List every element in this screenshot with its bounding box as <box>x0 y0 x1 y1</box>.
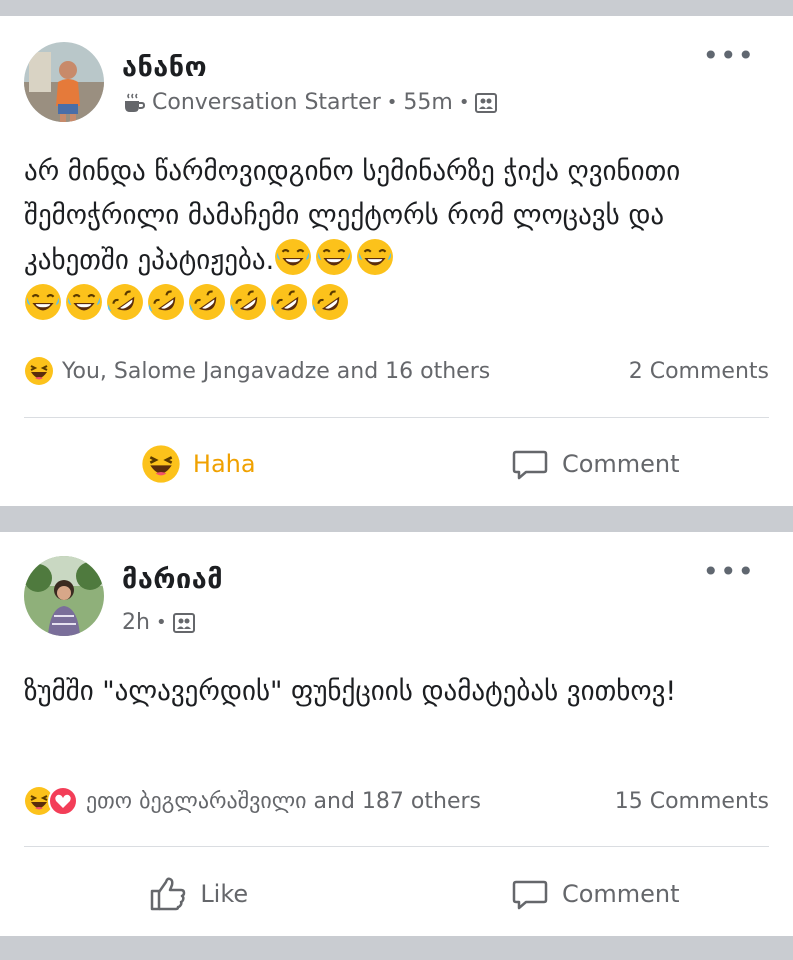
comment-label: Comment <box>561 880 680 908</box>
rofl-emoji <box>312 284 348 320</box>
post-card: მარიამ 2h • ••• ზუმში "ალავერდის" ფუნქცი… <box>0 532 793 936</box>
laugh-tears-emoji <box>357 239 394 275</box>
comment-count[interactable]: 2 Comments <box>629 359 769 384</box>
reaction-summary[interactable]: You, Salome Jangavadze and 16 others <box>24 356 490 386</box>
like-thumb-icon <box>151 877 186 911</box>
rofl-emoji <box>271 284 307 320</box>
audience-icon <box>475 92 498 113</box>
more-options-button[interactable]: ••• <box>702 558 755 586</box>
post-card: ანანო Conversation Starter • 55m • ••• ა… <box>0 16 793 506</box>
rofl-emoji <box>107 284 143 320</box>
author-avatar[interactable] <box>24 42 104 122</box>
separator-dot: • <box>458 92 470 113</box>
author-name[interactable]: მარიამ <box>122 564 223 595</box>
comment-label: Comment <box>561 450 680 478</box>
reaction-icons <box>24 786 78 816</box>
post-time[interactable]: 2h <box>122 610 150 635</box>
rofl-emoji <box>189 284 225 320</box>
like-button[interactable]: Like <box>0 870 397 918</box>
laugh-tears-emoji <box>316 239 353 275</box>
post-text: ზუმში "ალავერდის" ფუნქციის დამატებას ვით… <box>24 676 677 707</box>
reaction-names[interactable]: ეთო ბეგლარაშვილი and 187 others <box>86 789 481 814</box>
comment-icon <box>512 880 548 910</box>
post-body: არ მინდა წარმოვიდგინო სემინარზე ჭიქა ღვი… <box>24 150 774 328</box>
post-actions: Like Comment <box>0 870 793 918</box>
divider <box>24 846 769 847</box>
separator-dot: • <box>386 92 398 113</box>
haha-label: Haha <box>192 450 256 478</box>
comment-count[interactable]: 15 Comments <box>615 789 769 814</box>
rofl-emoji <box>230 284 266 320</box>
reaction-bar: You, Salome Jangavadze and 16 others 2 C… <box>24 356 769 386</box>
like-label: Like <box>200 880 249 908</box>
audience-icon <box>172 612 195 633</box>
comment-button[interactable]: Comment <box>397 440 793 488</box>
laugh-tears-emoji <box>25 284 61 320</box>
divider <box>24 417 769 418</box>
reaction-bar: ეთო ბეგლარაშვილი and 187 others 15 Comme… <box>24 786 769 816</box>
post-meta: 2h • <box>122 610 195 635</box>
post-actions: Haha Comment <box>0 440 793 488</box>
reaction-names[interactable]: You, Salome Jangavadze and 16 others <box>62 359 490 384</box>
love-reaction-icon <box>48 786 78 816</box>
more-options-button[interactable]: ••• <box>702 42 755 70</box>
reaction-summary[interactable]: ეთო ბეგლარაშვილი and 187 others <box>24 786 481 816</box>
post-time[interactable]: 55m <box>403 90 452 115</box>
news-feed: ანანო Conversation Starter • 55m • ••• ა… <box>0 0 793 960</box>
haha-button[interactable]: Haha <box>0 440 397 488</box>
post-meta: Conversation Starter • 55m • <box>122 90 498 115</box>
laugh-tears-emoji <box>66 284 102 320</box>
comment-button[interactable]: Comment <box>397 870 793 918</box>
coffee-cup-icon <box>125 92 146 112</box>
author-avatar[interactable] <box>24 556 104 636</box>
rofl-emoji <box>148 284 184 320</box>
comment-icon <box>512 450 548 480</box>
group-badge-label[interactable]: Conversation Starter <box>152 90 381 115</box>
author-name[interactable]: ანანო <box>122 52 207 83</box>
laugh-tears-emoji <box>275 239 312 275</box>
haha-reaction-icon <box>25 357 53 385</box>
haha-reaction-icon <box>142 445 180 483</box>
separator-dot: • <box>155 612 167 633</box>
